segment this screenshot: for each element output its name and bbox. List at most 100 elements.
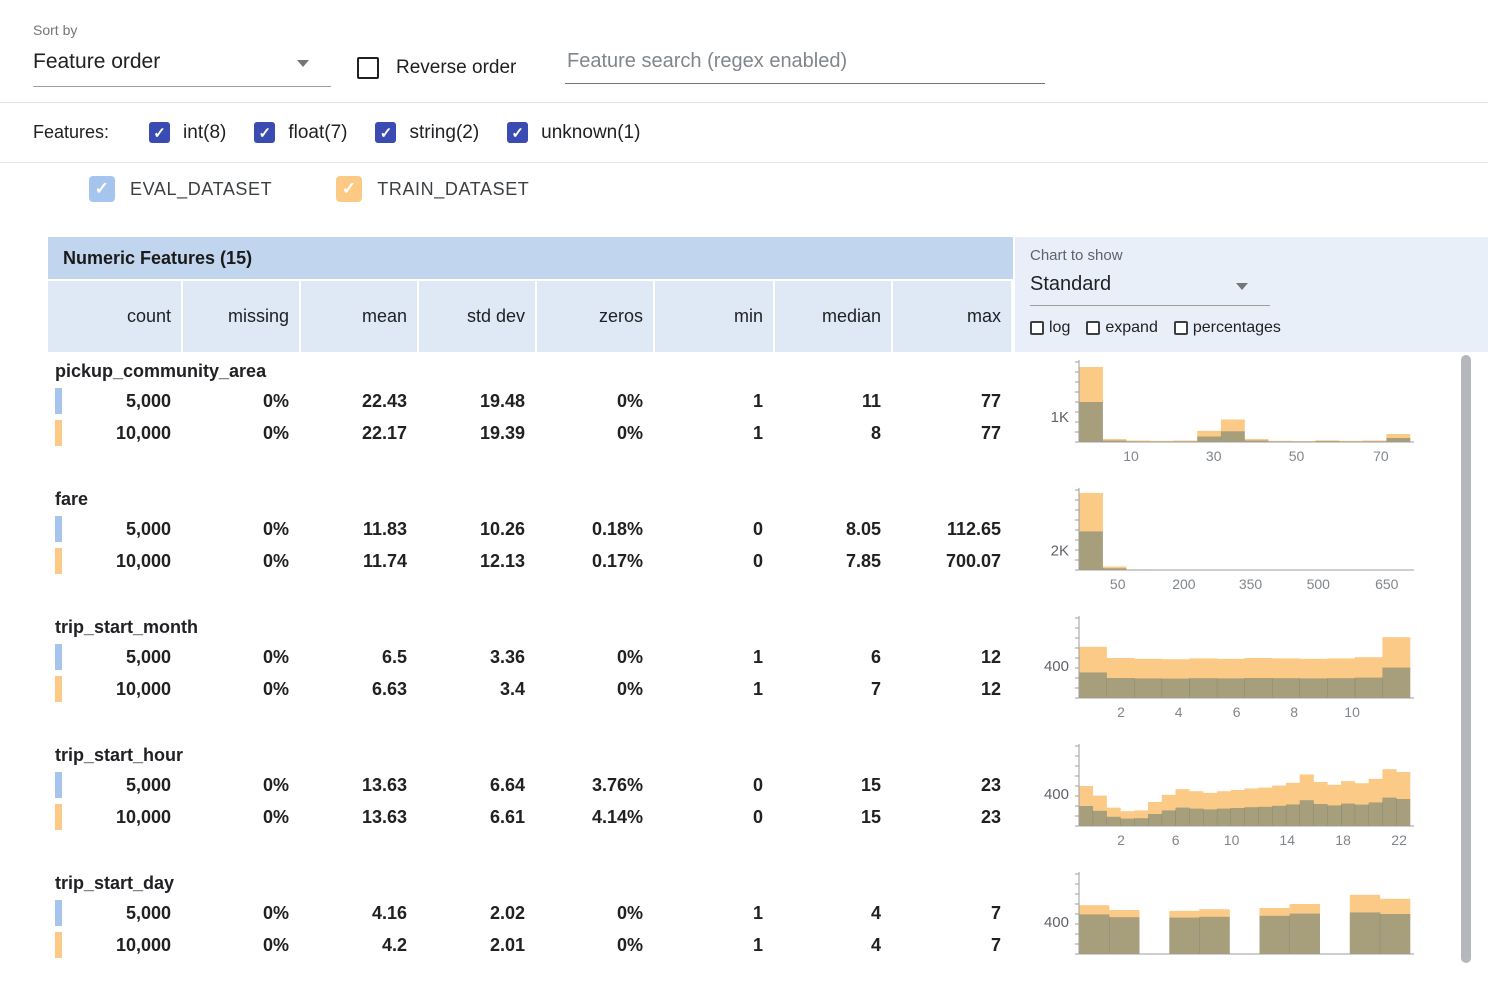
stat-cell-min: 0 xyxy=(655,807,773,828)
stat-cell-missing: 0% xyxy=(183,903,299,924)
stat-cell-count: 5,000 xyxy=(48,647,181,668)
dataset-toggle-train[interactable]: ✓ TRAIN_DATASET xyxy=(336,176,529,202)
stat-cell-count: 5,000 xyxy=(48,903,181,924)
eval-checkbox-icon[interactable]: ✓ xyxy=(89,176,115,202)
filter-float[interactable]: ✓ float(7) xyxy=(254,122,347,144)
eval-bar xyxy=(1199,917,1229,954)
stat-cell-count: 5,000 xyxy=(48,775,181,796)
eval-bar xyxy=(1189,678,1217,698)
column-header-missing: missing xyxy=(183,281,299,352)
feature-row: fare5,0000%11.8310.260.18%08.05112.6510,… xyxy=(48,480,1488,608)
eval-bar xyxy=(1109,917,1139,954)
stat-cell-missing: 0% xyxy=(183,551,299,572)
histogram-chart: 1K10305070 xyxy=(1013,356,1483,470)
percentages-checkbox[interactable]: percentages xyxy=(1174,319,1281,337)
reverse-order-checkbox[interactable]: Reverse order xyxy=(357,57,516,79)
stat-cell-mean: 22.43 xyxy=(301,391,417,412)
filter-int[interactable]: ✓ int(8) xyxy=(149,122,226,144)
x-tick-label: 4 xyxy=(1175,704,1183,720)
stat-cell-zeros: 0% xyxy=(537,935,653,956)
checkbox-checked-icon[interactable]: ✓ xyxy=(507,122,528,143)
stat-cell-median: 7.85 xyxy=(775,551,891,572)
train-dataset-label: TRAIN_DATASET xyxy=(377,179,529,200)
filter-unknown[interactable]: ✓ unknown(1) xyxy=(507,122,640,144)
stat-row-train: 10,0000%4.22.010%147 xyxy=(48,929,1013,961)
eval-bar xyxy=(1148,814,1162,826)
eval-bar xyxy=(1327,678,1355,698)
toolbar: Sort by Feature order Reverse order xyxy=(0,0,1488,103)
feature-stats: pickup_community_area5,0000%22.4319.480%… xyxy=(48,352,1013,480)
checkbox-unchecked-icon[interactable] xyxy=(357,57,379,79)
eval-bar xyxy=(1258,807,1272,826)
stat-row-eval: 5,0000%6.53.360%1612 xyxy=(48,641,1013,673)
feature-stats: fare5,0000%11.8310.260.18%08.05112.6510,… xyxy=(48,480,1013,608)
eval-bar xyxy=(1272,678,1300,698)
feature-stats: trip_start_month5,0000%6.53.360%161210,0… xyxy=(48,608,1013,736)
stat-row-eval: 5,0000%22.4319.480%11177 xyxy=(48,385,1013,417)
checkbox-unchecked-icon[interactable] xyxy=(1174,321,1188,335)
column-header-zeros: zeros xyxy=(537,281,653,352)
feature-name: pickup_community_area xyxy=(48,357,1013,385)
stat-cell-max: 77 xyxy=(893,391,1011,412)
eval-bar xyxy=(1197,437,1221,443)
stat-cell-max: 77 xyxy=(893,423,1011,444)
eval-bar xyxy=(1189,809,1203,826)
stat-cell-count: 10,000 xyxy=(48,679,181,700)
checkbox-checked-icon[interactable]: ✓ xyxy=(254,122,275,143)
histogram-chart: 4002610141822 xyxy=(1013,740,1483,854)
eval-bar xyxy=(1093,811,1107,826)
x-tick-label: 50 xyxy=(1110,576,1126,592)
y-axis-label: 400 xyxy=(1044,658,1069,675)
stat-row-train: 10,0000%22.1719.390%1877 xyxy=(48,417,1013,449)
eval-bar xyxy=(1134,678,1162,698)
stat-cell-zeros: 0.18% xyxy=(537,519,653,540)
stat-cell-count: 5,000 xyxy=(48,391,181,412)
filter-unknown-label: unknown(1) xyxy=(541,122,640,144)
eval-bar xyxy=(1380,914,1410,954)
log-checkbox[interactable]: log xyxy=(1030,319,1070,337)
stat-cell-std-dev: 19.48 xyxy=(419,391,535,412)
stat-cell-missing: 0% xyxy=(183,807,299,828)
stat-cell-missing: 0% xyxy=(183,647,299,668)
checkbox-unchecked-icon[interactable] xyxy=(1086,321,1100,335)
sort-order-value: Feature order xyxy=(33,50,160,73)
stat-cell-zeros: 4.14% xyxy=(537,807,653,828)
search-input[interactable] xyxy=(565,46,1045,84)
feature-name: trip_start_hour xyxy=(48,741,1013,769)
stat-cell-median: 15 xyxy=(775,807,891,828)
eval-bar xyxy=(1079,672,1107,698)
train-checkbox-icon[interactable]: ✓ xyxy=(336,176,362,202)
reverse-order-label: Reverse order xyxy=(396,57,516,79)
stat-cell-std-dev: 12.13 xyxy=(419,551,535,572)
dataset-toggle-eval[interactable]: ✓ EVAL_DATASET xyxy=(89,176,272,202)
checkbox-unchecked-icon[interactable] xyxy=(1030,321,1044,335)
stat-row-train: 10,0000%6.633.40%1712 xyxy=(48,673,1013,705)
eval-bar xyxy=(1396,799,1410,826)
x-tick-label: 6 xyxy=(1172,832,1180,848)
vertical-scrollbar[interactable] xyxy=(1461,355,1471,963)
eval-bar xyxy=(1120,819,1134,826)
sort-order-dropdown[interactable]: Feature order xyxy=(33,50,331,87)
x-tick-label: 200 xyxy=(1172,576,1196,592)
filter-string[interactable]: ✓ string(2) xyxy=(375,122,479,144)
chevron-down-icon xyxy=(297,60,309,67)
column-header-row: countmissingmeanstd devzerosminmedianmax xyxy=(48,281,1013,352)
stat-cell-median: 8.05 xyxy=(775,519,891,540)
column-header-max: max xyxy=(893,281,1011,352)
stat-cell-count: 5,000 xyxy=(48,519,181,540)
stat-cell-zeros: 0% xyxy=(537,391,653,412)
feature-row: trip_start_month5,0000%6.53.360%161210,0… xyxy=(48,608,1488,736)
stat-cell-mean: 4.16 xyxy=(301,903,417,924)
chart-type-dropdown[interactable]: Standard xyxy=(1030,273,1270,306)
eval-bar xyxy=(1203,809,1217,826)
stat-cell-median: 8 xyxy=(775,423,891,444)
stat-cell-zeros: 0% xyxy=(537,903,653,924)
stat-cell-median: 4 xyxy=(775,935,891,956)
chart-to-show-label: Chart to show xyxy=(1030,247,1123,264)
chevron-down-icon xyxy=(1236,283,1248,290)
checkbox-checked-icon[interactable]: ✓ xyxy=(149,122,170,143)
stat-cell-max: 12 xyxy=(893,647,1011,668)
stat-row-train: 10,0000%11.7412.130.17%07.85700.07 xyxy=(48,545,1013,577)
checkbox-checked-icon[interactable]: ✓ xyxy=(375,122,396,143)
expand-checkbox[interactable]: expand xyxy=(1086,319,1158,337)
